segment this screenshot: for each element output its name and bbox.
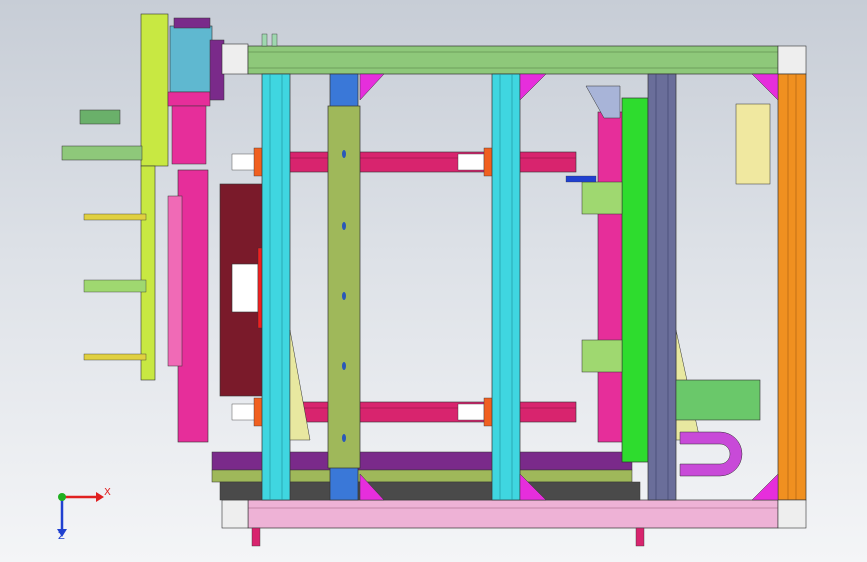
top-frame-beam <box>247 45 779 75</box>
lower-horizontal-rail <box>261 401 577 423</box>
slate-column <box>647 73 677 501</box>
gusset <box>751 73 779 101</box>
gusset <box>519 73 547 101</box>
clamp-column-inner <box>167 195 183 367</box>
cable-chain <box>679 431 743 477</box>
motor-flange <box>167 91 211 107</box>
upper-horizontal-rail <box>261 151 577 173</box>
corner-block-top-right <box>777 45 807 75</box>
right-clamp-column <box>597 111 625 443</box>
x-axis-label: X <box>104 487 111 498</box>
valve-block <box>231 263 259 313</box>
lower-rail-block-right <box>457 403 485 421</box>
cream-bracket <box>735 103 771 185</box>
left-pin-middle <box>83 279 147 293</box>
left-pin-lower <box>83 353 147 361</box>
motor-gearbox <box>171 105 207 165</box>
x-axis-arrowhead <box>96 492 104 502</box>
cyan-column-center <box>491 73 521 501</box>
guide-hole <box>342 150 346 158</box>
upper-rail-block-right <box>457 153 485 171</box>
clamp-column-left <box>177 169 209 443</box>
guide-hole <box>342 362 346 370</box>
left-mounting-plate-lower <box>140 165 156 381</box>
left-mounting-plate <box>140 13 169 167</box>
corner-block-top-left <box>221 43 249 75</box>
corner-block-bottom-left <box>221 499 249 529</box>
cyan-column-left <box>261 73 291 501</box>
diagonal-brace-left <box>289 329 311 441</box>
top-pin-b <box>271 33 278 47</box>
gusset <box>359 73 385 101</box>
corner-block-bottom-right <box>777 499 807 529</box>
cylinder-lower-right <box>675 379 761 421</box>
top-funnel <box>585 85 621 119</box>
motor-housing <box>169 25 213 93</box>
guide-hole <box>342 222 346 230</box>
gusset <box>751 473 779 501</box>
green-pad-lower <box>581 339 623 373</box>
base-foot-right <box>635 527 645 547</box>
bottom-base-beam <box>247 499 779 529</box>
left-sensor-mid <box>61 145 143 161</box>
base-foot-left <box>251 527 261 547</box>
guide-hole <box>342 292 346 300</box>
green-guide-rail <box>621 97 649 463</box>
right-orange-post <box>777 73 807 501</box>
assembly-model[interactable] <box>0 0 867 562</box>
blue-bracket <box>565 175 597 183</box>
y-axis-origin <box>58 493 66 501</box>
left-pin-upper <box>83 213 147 221</box>
cad-viewport[interactable]: X Z <box>0 0 867 562</box>
left-sensor-top <box>79 109 121 125</box>
guide-hole <box>342 434 346 442</box>
olive-guide-plate <box>327 105 361 469</box>
motor-top <box>173 17 211 29</box>
z-axis-label: Z <box>58 531 65 542</box>
coordinate-triad: X Z <box>50 483 114 543</box>
green-pad-upper <box>581 181 623 215</box>
top-pin-a <box>261 33 268 47</box>
